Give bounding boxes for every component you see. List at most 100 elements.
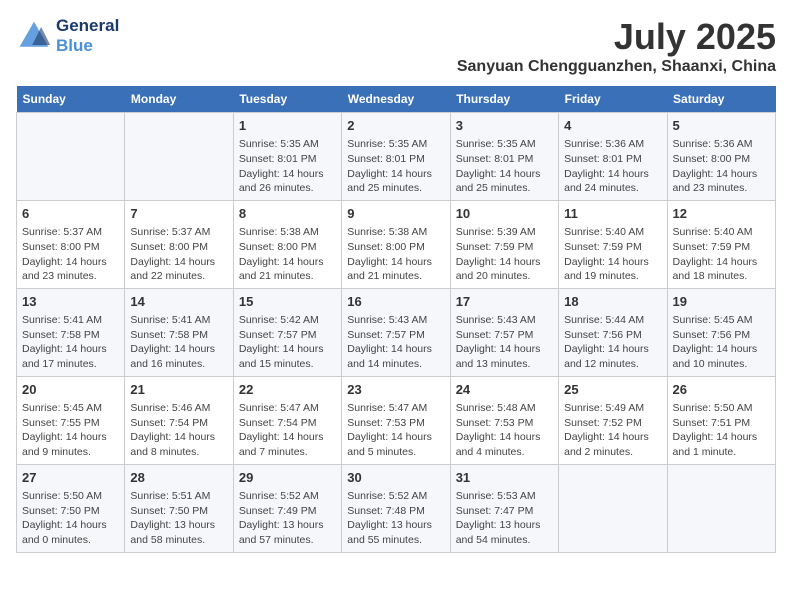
day-header-sunday: Sunday	[17, 86, 125, 113]
date-number: 27	[22, 469, 119, 487]
cell-content: Sunrise: 5:52 AMSunset: 7:48 PMDaylight:…	[347, 489, 444, 548]
header: General Blue July 2025 Sanyuan Chengguan…	[16, 16, 776, 76]
date-number: 12	[673, 205, 770, 223]
calendar-cell: 16 Sunrise: 5:43 AMSunset: 7:57 PMDayligh…	[342, 288, 450, 376]
cell-content: Sunrise: 5:50 AMSunset: 7:50 PMDaylight:…	[22, 489, 119, 548]
logo-text-line1: General	[56, 16, 119, 36]
date-number: 29	[239, 469, 336, 487]
date-number: 6	[22, 205, 119, 223]
date-number: 18	[564, 293, 661, 311]
calendar-cell: 31 Sunrise: 5:53 AMSunset: 7:47 PMDayligh…	[450, 464, 558, 552]
cell-content: Sunrise: 5:51 AMSunset: 7:50 PMDaylight:…	[130, 489, 227, 548]
week-row-5: 27 Sunrise: 5:50 AMSunset: 7:50 PMDayligh…	[17, 464, 776, 552]
date-number: 20	[22, 381, 119, 399]
day-header-tuesday: Tuesday	[233, 86, 341, 113]
day-header-wednesday: Wednesday	[342, 86, 450, 113]
calendar-cell: 26 Sunrise: 5:50 AMSunset: 7:51 PMDayligh…	[667, 376, 775, 464]
date-number: 2	[347, 117, 444, 135]
cell-content: Sunrise: 5:37 AMSunset: 8:00 PMDaylight:…	[130, 225, 227, 284]
day-header-friday: Friday	[559, 86, 667, 113]
calendar-cell: 20 Sunrise: 5:45 AMSunset: 7:55 PMDayligh…	[17, 376, 125, 464]
cell-content: Sunrise: 5:38 AMSunset: 8:00 PMDaylight:…	[239, 225, 336, 284]
date-number: 23	[347, 381, 444, 399]
cell-content: Sunrise: 5:45 AMSunset: 7:55 PMDaylight:…	[22, 401, 119, 460]
calendar-cell: 29Sunrise: 5:52 AMSunset: 7:49 PMDayligh…	[233, 464, 341, 552]
cell-content: Sunrise: 5:41 AMSunset: 7:58 PMDaylight:…	[130, 313, 227, 372]
calendar-cell: 11Sunrise: 5:40 AMSunset: 7:59 PMDayligh…	[559, 200, 667, 288]
date-number: 5	[673, 117, 770, 135]
calendar-cell: 24 Sunrise: 5:48 AMSunset: 7:53 PMDayligh…	[450, 376, 558, 464]
day-header-row: SundayMondayTuesdayWednesdayThursdayFrid…	[17, 86, 776, 113]
cell-content: Sunrise: 5:39 AMSunset: 7:59 PMDaylight:…	[456, 225, 553, 284]
date-number: 9	[347, 205, 444, 223]
calendar-cell: 1 Sunrise: 5:35 AMSunset: 8:01 PMDaylight…	[233, 113, 341, 201]
calendar-cell: 7 Sunrise: 5:37 AMSunset: 8:00 PMDaylight…	[125, 200, 233, 288]
calendar-cell: 18 Sunrise: 5:44 AMSunset: 7:56 PMDayligh…	[559, 288, 667, 376]
cell-content: Sunrise: 5:48 AMSunset: 7:53 PMDaylight:…	[456, 401, 553, 460]
logo: General Blue	[16, 16, 119, 56]
cell-content: Sunrise: 5:47 AMSunset: 7:54 PMDaylight:…	[239, 401, 336, 460]
title-area: July 2025 Sanyuan Chengguanzhen, Shaanxi…	[457, 16, 776, 76]
cell-content: Sunrise: 5:35 AMSunset: 8:01 PMDaylight:…	[239, 137, 336, 196]
calendar-cell: 27 Sunrise: 5:50 AMSunset: 7:50 PMDayligh…	[17, 464, 125, 552]
date-number: 26	[673, 381, 770, 399]
date-number: 21	[130, 381, 227, 399]
calendar-cell: 23 Sunrise: 5:47 AMSunset: 7:53 PMDayligh…	[342, 376, 450, 464]
date-number: 24	[456, 381, 553, 399]
date-number: 17	[456, 293, 553, 311]
cell-content: Sunrise: 5:43 AMSunset: 7:57 PMDaylight:…	[347, 313, 444, 372]
day-header-monday: Monday	[125, 86, 233, 113]
sub-title: Sanyuan Chengguanzhen, Shaanxi, China	[457, 58, 776, 76]
calendar-table: SundayMondayTuesdayWednesdayThursdayFrid…	[16, 86, 776, 553]
date-number: 4	[564, 117, 661, 135]
cell-content: Sunrise: 5:53 AMSunset: 7:47 PMDaylight:…	[456, 489, 553, 548]
cell-content: Sunrise: 5:35 AMSunset: 8:01 PMDaylight:…	[456, 137, 553, 196]
calendar-cell: 17 Sunrise: 5:43 AMSunset: 7:57 PMDayligh…	[450, 288, 558, 376]
calendar-cell: 8 Sunrise: 5:38 AMSunset: 8:00 PMDaylight…	[233, 200, 341, 288]
date-number: 16	[347, 293, 444, 311]
cell-content: Sunrise: 5:47 AMSunset: 7:53 PMDaylight:…	[347, 401, 444, 460]
calendar-cell: 2Sunrise: 5:35 AMSunset: 8:01 PMDaylight…	[342, 113, 450, 201]
cell-content: Sunrise: 5:45 AMSunset: 7:56 PMDaylight:…	[673, 313, 770, 372]
calendar-cell: 9Sunrise: 5:38 AMSunset: 8:00 PMDaylight…	[342, 200, 450, 288]
calendar-cell	[17, 113, 125, 201]
date-number: 7	[130, 205, 227, 223]
week-row-1: 1 Sunrise: 5:35 AMSunset: 8:01 PMDaylight…	[17, 113, 776, 201]
cell-content: Sunrise: 5:36 AMSunset: 8:00 PMDaylight:…	[673, 137, 770, 196]
calendar-cell: 25Sunrise: 5:49 AMSunset: 7:52 PMDayligh…	[559, 376, 667, 464]
date-number: 14	[130, 293, 227, 311]
logo-text-line2: Blue	[56, 36, 119, 56]
cell-content: Sunrise: 5:41 AMSunset: 7:58 PMDaylight:…	[22, 313, 119, 372]
day-header-saturday: Saturday	[667, 86, 775, 113]
calendar-cell: 21 Sunrise: 5:46 AMSunset: 7:54 PMDayligh…	[125, 376, 233, 464]
date-number: 30	[347, 469, 444, 487]
cell-content: Sunrise: 5:44 AMSunset: 7:56 PMDaylight:…	[564, 313, 661, 372]
calendar-cell: 13 Sunrise: 5:41 AMSunset: 7:58 PMDayligh…	[17, 288, 125, 376]
calendar-cell: 22Sunrise: 5:47 AMSunset: 7:54 PMDayligh…	[233, 376, 341, 464]
cell-content: Sunrise: 5:50 AMSunset: 7:51 PMDaylight:…	[673, 401, 770, 460]
date-number: 28	[130, 469, 227, 487]
date-number: 10	[456, 205, 553, 223]
cell-content: Sunrise: 5:40 AMSunset: 7:59 PMDaylight:…	[564, 225, 661, 284]
calendar-cell: 14 Sunrise: 5:41 AMSunset: 7:58 PMDayligh…	[125, 288, 233, 376]
calendar-cell: 19Sunrise: 5:45 AMSunset: 7:56 PMDayligh…	[667, 288, 775, 376]
cell-content: Sunrise: 5:46 AMSunset: 7:54 PMDaylight:…	[130, 401, 227, 460]
cell-content: Sunrise: 5:43 AMSunset: 7:57 PMDaylight:…	[456, 313, 553, 372]
calendar-cell: 28 Sunrise: 5:51 AMSunset: 7:50 PMDayligh…	[125, 464, 233, 552]
calendar-cell	[667, 464, 775, 552]
calendar-cell	[559, 464, 667, 552]
day-header-thursday: Thursday	[450, 86, 558, 113]
calendar-cell: 3 Sunrise: 5:35 AMSunset: 8:01 PMDaylight…	[450, 113, 558, 201]
cell-content: Sunrise: 5:36 AMSunset: 8:01 PMDaylight:…	[564, 137, 661, 196]
date-number: 3	[456, 117, 553, 135]
cell-content: Sunrise: 5:42 AMSunset: 7:57 PMDaylight:…	[239, 313, 336, 372]
calendar-cell: 6Sunrise: 5:37 AMSunset: 8:00 PMDaylight…	[17, 200, 125, 288]
cell-content: Sunrise: 5:49 AMSunset: 7:52 PMDaylight:…	[564, 401, 661, 460]
cell-content: Sunrise: 5:40 AMSunset: 7:59 PMDaylight:…	[673, 225, 770, 284]
calendar-cell: 5 Sunrise: 5:36 AMSunset: 8:00 PMDaylight…	[667, 113, 775, 201]
date-number: 1	[239, 117, 336, 135]
date-number: 8	[239, 205, 336, 223]
date-number: 31	[456, 469, 553, 487]
date-number: 15	[239, 293, 336, 311]
date-number: 13	[22, 293, 119, 311]
